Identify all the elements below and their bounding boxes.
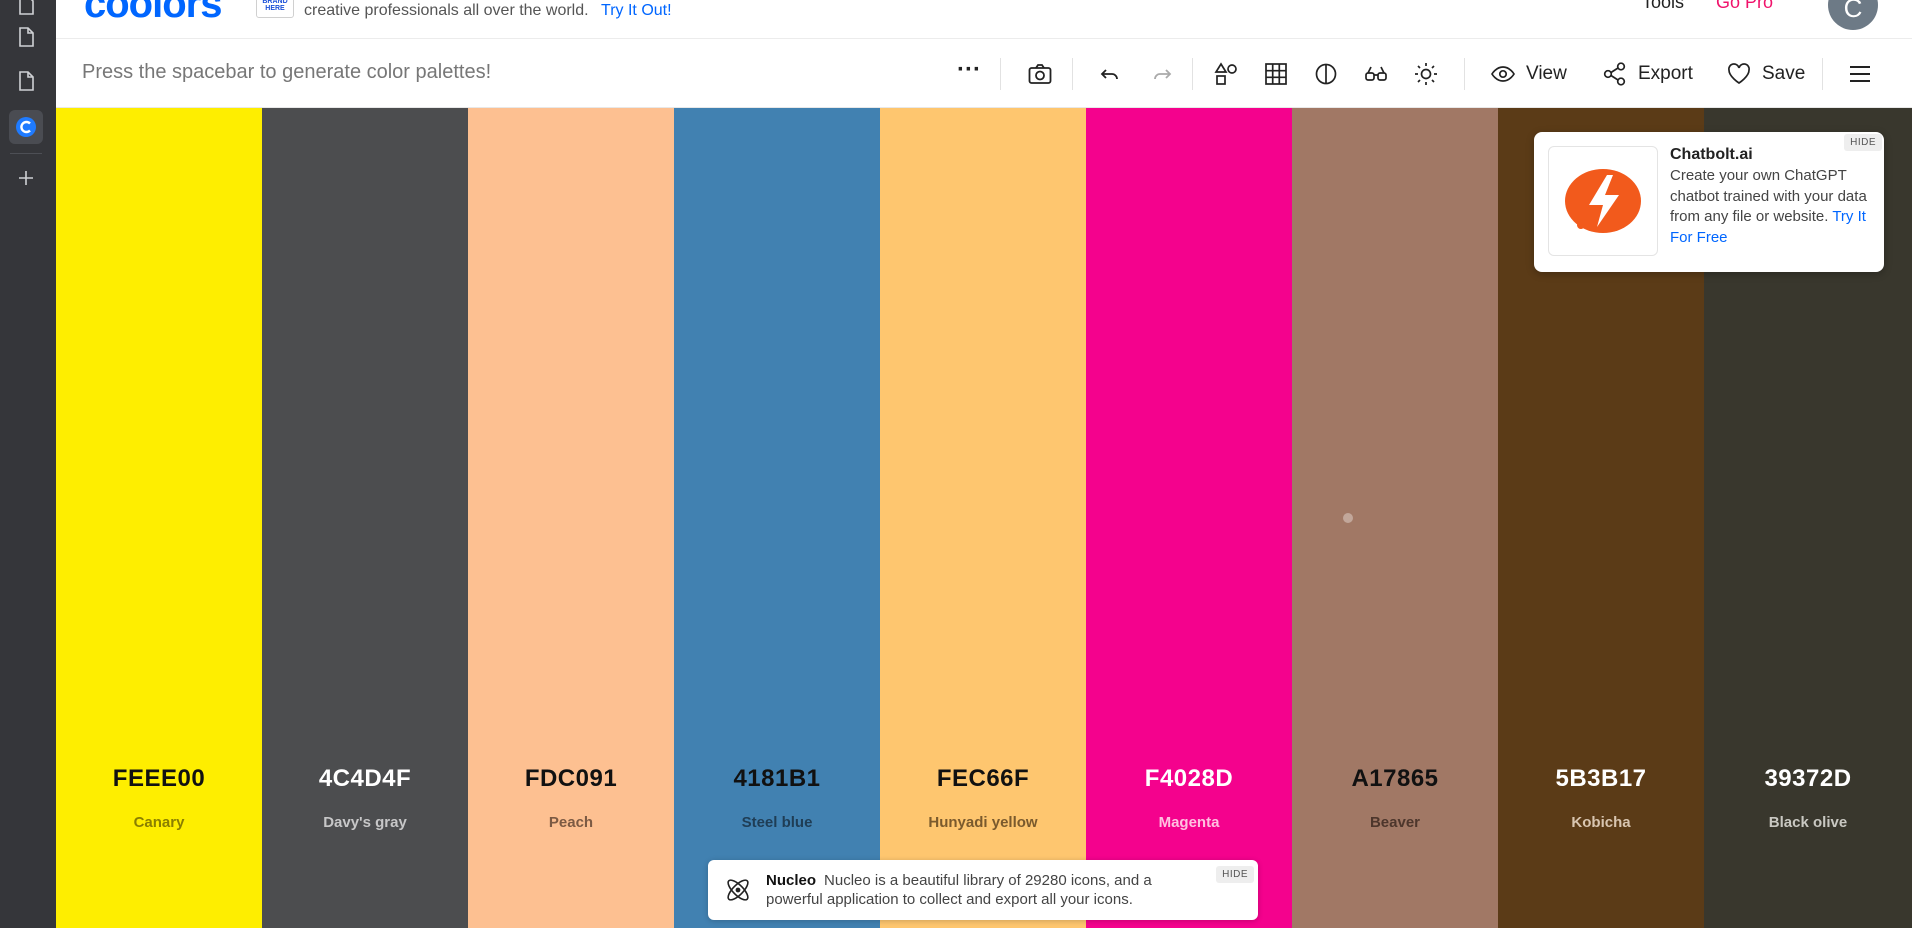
- toolbar-divider: [1072, 58, 1073, 90]
- undo-button[interactable]: [1092, 58, 1128, 90]
- eye-icon: [1491, 66, 1515, 82]
- undo-icon: [1100, 69, 1118, 80]
- swatch-resize-handle[interactable]: [1343, 513, 1353, 523]
- more-icon: ···: [957, 56, 981, 83]
- file-icon[interactable]: [9, 0, 43, 22]
- avatar-initial: C: [1843, 0, 1863, 23]
- hex-code[interactable]: FEC66F: [880, 765, 1086, 793]
- color-swatch[interactable]: 4C4D4F Davy's gray: [262, 108, 468, 928]
- avatar[interactable]: C: [1828, 0, 1878, 30]
- color-name[interactable]: Kobicha: [1498, 814, 1704, 831]
- export-label: Export: [1638, 63, 1693, 84]
- top-header: coolors BRAND HERE creative professional…: [56, 0, 1912, 39]
- color-name[interactable]: Beaver: [1292, 814, 1498, 831]
- brightness-button[interactable]: [1408, 58, 1444, 90]
- document-icon[interactable]: [9, 64, 43, 98]
- coolors-logo[interactable]: coolors: [84, 0, 222, 27]
- glasses-icon: [1365, 66, 1387, 81]
- hide-ad-button[interactable]: HIDE: [1844, 134, 1882, 151]
- header-ad-copy: creative professionals all over the worl…: [304, 2, 589, 19]
- header-ad-text: creative professionals all over the worl…: [304, 2, 672, 20]
- grid-button[interactable]: [1258, 58, 1294, 90]
- redo-button[interactable]: [1144, 58, 1180, 90]
- color-swatch[interactable]: A17865 Beaver: [1292, 108, 1498, 928]
- share-icon: [1603, 62, 1626, 86]
- sidebar-divider: [10, 153, 42, 154]
- nav-tools-link[interactable]: Tools: [1642, 0, 1684, 13]
- color-swatch[interactable]: FEEE00 Canary: [56, 108, 262, 928]
- shapes-button[interactable]: [1208, 58, 1244, 90]
- app-sidebar: [0, 0, 56, 928]
- hex-code[interactable]: 4C4D4F: [262, 765, 468, 793]
- header-ad-link[interactable]: Try It Out!: [601, 2, 672, 19]
- nucleo-ad[interactable]: Nucleo Nucleo is a beautiful library of 2…: [708, 860, 1258, 920]
- chatbolt-ad[interactable]: Chatbolt.ai Create your own ChatGPT chat…: [1534, 132, 1884, 272]
- hide-ad-button[interactable]: HIDE: [1216, 866, 1254, 883]
- chatbolt-title: Chatbolt.ai: [1670, 146, 1753, 163]
- toolbar-divider: [1192, 58, 1193, 90]
- color-name[interactable]: Magenta: [1086, 814, 1292, 831]
- sun-icon: [1415, 63, 1437, 85]
- generator-toolbar: Press the spacebar to generate color pal…: [56, 40, 1912, 108]
- shapes-icon: [1214, 62, 1237, 85]
- view-button[interactable]: View: [1490, 58, 1567, 90]
- save-label: Save: [1762, 63, 1806, 84]
- hex-code[interactable]: A17865: [1292, 765, 1498, 793]
- hex-code[interactable]: FDC091: [468, 765, 674, 793]
- color-swatch[interactable]: F4028D Magenta: [1086, 108, 1292, 928]
- toolbar-divider: [1464, 58, 1465, 90]
- hamburger-icon: [1850, 66, 1870, 82]
- camera-button[interactable]: [1022, 58, 1058, 90]
- redo-icon: [1154, 69, 1172, 80]
- nucleo-body: Nucleo Nucleo is a beautiful library of 2…: [766, 871, 1196, 909]
- nav-go-pro-link[interactable]: Go Pro: [1716, 0, 1773, 13]
- nucleo-body-text: Nucleo is a beautiful library of 29280 i…: [766, 872, 1152, 908]
- color-name[interactable]: Canary: [56, 814, 262, 831]
- save-button[interactable]: Save: [1726, 58, 1805, 90]
- color-swatch[interactable]: FEC66F Hunyadi yellow: [880, 108, 1086, 928]
- atom-icon: [727, 879, 749, 901]
- export-button[interactable]: Export: [1602, 58, 1693, 90]
- brand-ad-badge: BRAND HERE: [256, 0, 294, 18]
- contrast-button[interactable]: [1308, 58, 1344, 90]
- color-swatch[interactable]: 4181B1 Steel blue: [674, 108, 880, 928]
- color-name[interactable]: Peach: [468, 814, 674, 831]
- menu-button[interactable]: [1842, 58, 1878, 90]
- color-swatch[interactable]: FDC091 Peach: [468, 108, 674, 928]
- color-name[interactable]: Black olive: [1704, 814, 1912, 831]
- nucleo-title: Nucleo: [766, 872, 817, 889]
- spacebar-hint: Press the spacebar to generate color pal…: [82, 61, 492, 83]
- hex-code[interactable]: 4181B1: [674, 765, 880, 793]
- hex-code[interactable]: 39372D: [1704, 765, 1912, 793]
- contrast-icon: [1315, 63, 1337, 85]
- hex-code[interactable]: FEEE00: [56, 765, 262, 793]
- toolbar-divider: [1000, 58, 1001, 90]
- hex-code[interactable]: 5B3B17: [1498, 765, 1704, 793]
- toolbar-divider: [1822, 58, 1823, 90]
- heart-icon: [1728, 63, 1750, 85]
- camera-icon: [1028, 64, 1052, 84]
- lightning-bolt-icon: [1565, 169, 1641, 233]
- hex-code[interactable]: F4028D: [1086, 765, 1292, 793]
- color-blindness-button[interactable]: [1358, 58, 1394, 90]
- main-area: coolors BRAND HERE creative professional…: [56, 0, 1912, 928]
- chatbolt-logo: [1548, 146, 1658, 256]
- view-label: View: [1526, 63, 1567, 84]
- more-options-button[interactable]: ···: [949, 54, 989, 86]
- grid-icon: [1265, 63, 1287, 85]
- color-name[interactable]: Hunyadi yellow: [880, 814, 1086, 831]
- document-icon[interactable]: [9, 20, 43, 54]
- add-icon[interactable]: [9, 161, 43, 195]
- color-name[interactable]: Davy's gray: [262, 814, 468, 831]
- chatbolt-body: Create your own ChatGPT chatbot trained …: [1670, 166, 1870, 248]
- coolors-app-icon[interactable]: [9, 110, 43, 144]
- color-name[interactable]: Steel blue: [674, 814, 880, 831]
